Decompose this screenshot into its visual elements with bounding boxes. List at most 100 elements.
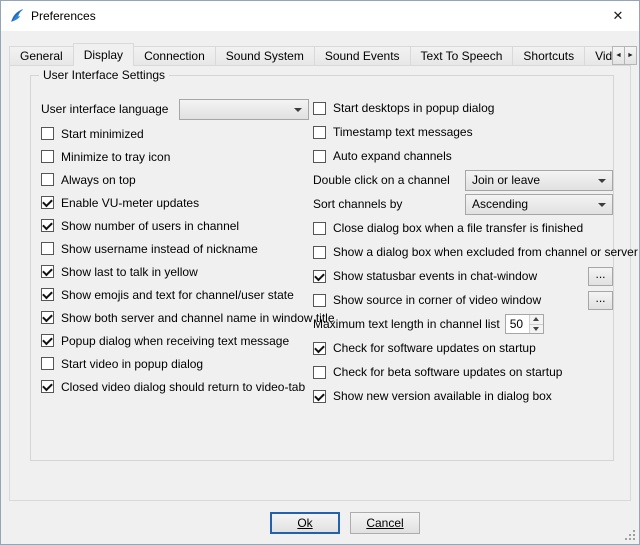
checkbox-label: Show statusbar events in chat-window [333, 269, 537, 283]
checkbox-new-version-dialog[interactable]: Show new version available in dialog box [313, 384, 613, 408]
checkbox-emoji-text-state[interactable]: Show emojis and text for channel/user st… [41, 283, 309, 306]
preferences-dialog: Preferences ✕ General Display Connection… [0, 0, 640, 545]
checkbox-desktops-popup[interactable]: Start desktops in popup dialog [313, 96, 613, 120]
checkbox-last-to-talk-yellow[interactable]: Show last to talk in yellow [41, 260, 309, 283]
ui-settings-group: User Interface Settings User interface l… [30, 75, 614, 461]
checkbox-label: Show both server and channel name in win… [61, 311, 335, 325]
checkbox-dialog-when-excluded[interactable]: Show a dialog box when excluded from cha… [313, 240, 613, 264]
checkbox-video-return-tab[interactable]: Closed video dialog should return to vid… [41, 375, 309, 398]
checkbox-label: Minimize to tray icon [61, 150, 170, 164]
language-label: User interface language [41, 102, 168, 116]
app-icon [9, 8, 25, 24]
checkbox-label: Show last to talk in yellow [61, 265, 198, 279]
checkbox-box[interactable] [41, 334, 54, 347]
chevron-down-icon [294, 108, 302, 112]
checkbox-label: Show emojis and text for channel/user st… [61, 288, 294, 302]
checkbox-video-source-corner[interactable]: Show source in corner of video window ..… [313, 288, 613, 312]
double-click-select[interactable]: Join or leave [465, 170, 613, 191]
window-title: Preferences [31, 9, 96, 23]
tab-display[interactable]: Display [73, 43, 134, 66]
language-row: User interface language [41, 96, 309, 122]
checkbox-label: Enable VU-meter updates [61, 196, 199, 210]
checkbox-box[interactable] [313, 150, 326, 163]
checkbox-popup-text-message[interactable]: Popup dialog when receiving text message [41, 329, 309, 352]
tab-text-to-speech[interactable]: Text To Speech [410, 46, 514, 66]
ok-button[interactable]: Ok [270, 512, 340, 534]
video-source-more-button[interactable]: ... [588, 291, 613, 310]
checkbox-close-on-transfer[interactable]: Close dialog box when a file transfer is… [313, 216, 613, 240]
checkbox-box[interactable] [41, 265, 54, 278]
checkbox-label: Close dialog box when a file transfer is… [333, 221, 583, 235]
tab-connection[interactable]: Connection [133, 46, 216, 66]
checkbox-server-channel-in-title[interactable]: Show both server and channel name in win… [41, 306, 309, 329]
tab-scroll-right-icon[interactable]: ► [624, 46, 637, 65]
checkbox-label: Show source in corner of video window [333, 293, 541, 307]
checkbox-box[interactable] [313, 222, 326, 235]
language-select[interactable] [179, 99, 309, 120]
checkbox-vu-meter-updates[interactable]: Enable VU-meter updates [41, 191, 309, 214]
checkbox-label: Show new version available in dialog box [333, 389, 552, 403]
checkbox-label: Show username instead of nickname [61, 242, 258, 256]
checkbox-label: Closed video dialog should return to vid… [61, 380, 305, 394]
checkbox-box[interactable] [313, 294, 326, 307]
spin-down-icon[interactable] [530, 324, 543, 334]
checkbox-show-username[interactable]: Show username instead of nickname [41, 237, 309, 260]
checkbox-start-minimized[interactable]: Start minimized [41, 122, 309, 145]
statusbar-events-more-button[interactable]: ... [588, 267, 613, 286]
checkbox-label: Auto expand channels [333, 149, 452, 163]
spin-buttons [529, 315, 543, 333]
checkbox-video-popup[interactable]: Start video in popup dialog [41, 352, 309, 375]
checkbox-minimize-to-tray[interactable]: Minimize to tray icon [41, 145, 309, 168]
spin-up-icon[interactable] [530, 315, 543, 324]
checkbox-label: Start desktops in popup dialog [333, 101, 494, 115]
checkbox-label: Show number of users in channel [61, 219, 239, 233]
checkbox-box[interactable] [41, 196, 54, 209]
checkbox-box[interactable] [41, 380, 54, 393]
checkbox-check-beta-updates[interactable]: Check for beta software updates on start… [313, 360, 613, 384]
checkbox-box[interactable] [41, 357, 54, 370]
checkbox-box[interactable] [313, 102, 326, 115]
double-click-select-value: Join or leave [472, 173, 540, 187]
checkbox-label: Timestamp text messages [333, 125, 473, 139]
checkbox-timestamp-messages[interactable]: Timestamp text messages [313, 120, 613, 144]
right-column: Start desktops in popup dialog Timestamp… [313, 96, 613, 408]
checkbox-label: Show a dialog box when excluded from cha… [333, 245, 638, 259]
checkbox-box[interactable] [313, 126, 326, 139]
checkbox-show-user-count[interactable]: Show number of users in channel [41, 214, 309, 237]
checkbox-box[interactable] [313, 366, 326, 379]
max-text-length-spinbox[interactable]: 50 [505, 314, 544, 334]
checkbox-box[interactable] [313, 270, 326, 283]
tab-scroll-buttons: ◄ ► [613, 46, 637, 65]
checkbox-box[interactable] [41, 311, 54, 324]
close-icon[interactable]: ✕ [597, 1, 639, 31]
sort-channels-select[interactable]: Ascending [465, 194, 613, 215]
checkbox-box[interactable] [41, 219, 54, 232]
tab-shortcuts[interactable]: Shortcuts [512, 46, 585, 66]
left-column: User interface language Start minimized … [41, 96, 309, 398]
checkbox-box[interactable] [41, 150, 54, 163]
max-text-length-label: Maximum text length in channel list [313, 317, 500, 331]
checkbox-label: Check for beta software updates on start… [333, 365, 562, 379]
tab-general[interactable]: General [9, 46, 74, 66]
checkbox-always-on-top[interactable]: Always on top [41, 168, 309, 191]
title-bar[interactable]: Preferences ✕ [1, 1, 639, 31]
checkbox-box[interactable] [313, 342, 326, 355]
group-title: User Interface Settings [39, 68, 169, 82]
checkbox-box[interactable] [41, 127, 54, 140]
checkbox-box[interactable] [41, 173, 54, 186]
tab-sound-system[interactable]: Sound System [215, 46, 315, 66]
double-click-row: Double click on a channel Join or leave [313, 168, 613, 192]
display-tab-pane: User Interface Settings User interface l… [9, 65, 631, 501]
tab-bar: General Display Connection Sound System … [9, 43, 631, 66]
checkbox-statusbar-events[interactable]: Show statusbar events in chat-window ... [313, 264, 613, 288]
checkbox-box[interactable] [41, 288, 54, 301]
cancel-button[interactable]: Cancel [350, 512, 420, 534]
tab-sound-events[interactable]: Sound Events [314, 46, 411, 66]
checkbox-label: Start minimized [61, 127, 144, 141]
checkbox-box[interactable] [41, 242, 54, 255]
checkbox-auto-expand-channels[interactable]: Auto expand channels [313, 144, 613, 168]
checkbox-box[interactable] [313, 390, 326, 403]
sort-channels-select-value: Ascending [472, 197, 528, 211]
checkbox-box[interactable] [313, 246, 326, 259]
checkbox-check-updates[interactable]: Check for software updates on startup [313, 336, 613, 360]
